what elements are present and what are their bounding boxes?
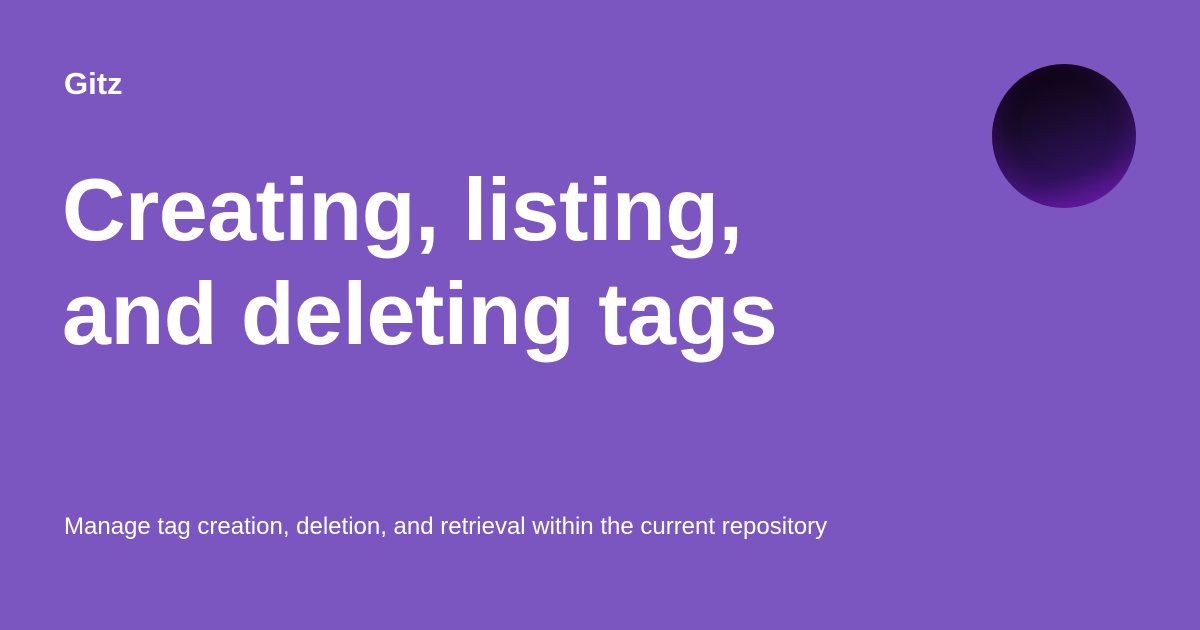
decorative-circle: [992, 64, 1136, 208]
page-title: Creating, listing, and deleting tags: [62, 158, 912, 366]
social-preview-card: Gitz Creating, listing, and deleting tag…: [0, 0, 1200, 630]
page-title-line-2: and deleting tags: [62, 264, 778, 363]
page-description: Manage tag creation, deletion, and retri…: [64, 513, 828, 540]
page-title-line-1: Creating, listing,: [62, 160, 743, 259]
brand-name: Gitz: [64, 66, 123, 101]
